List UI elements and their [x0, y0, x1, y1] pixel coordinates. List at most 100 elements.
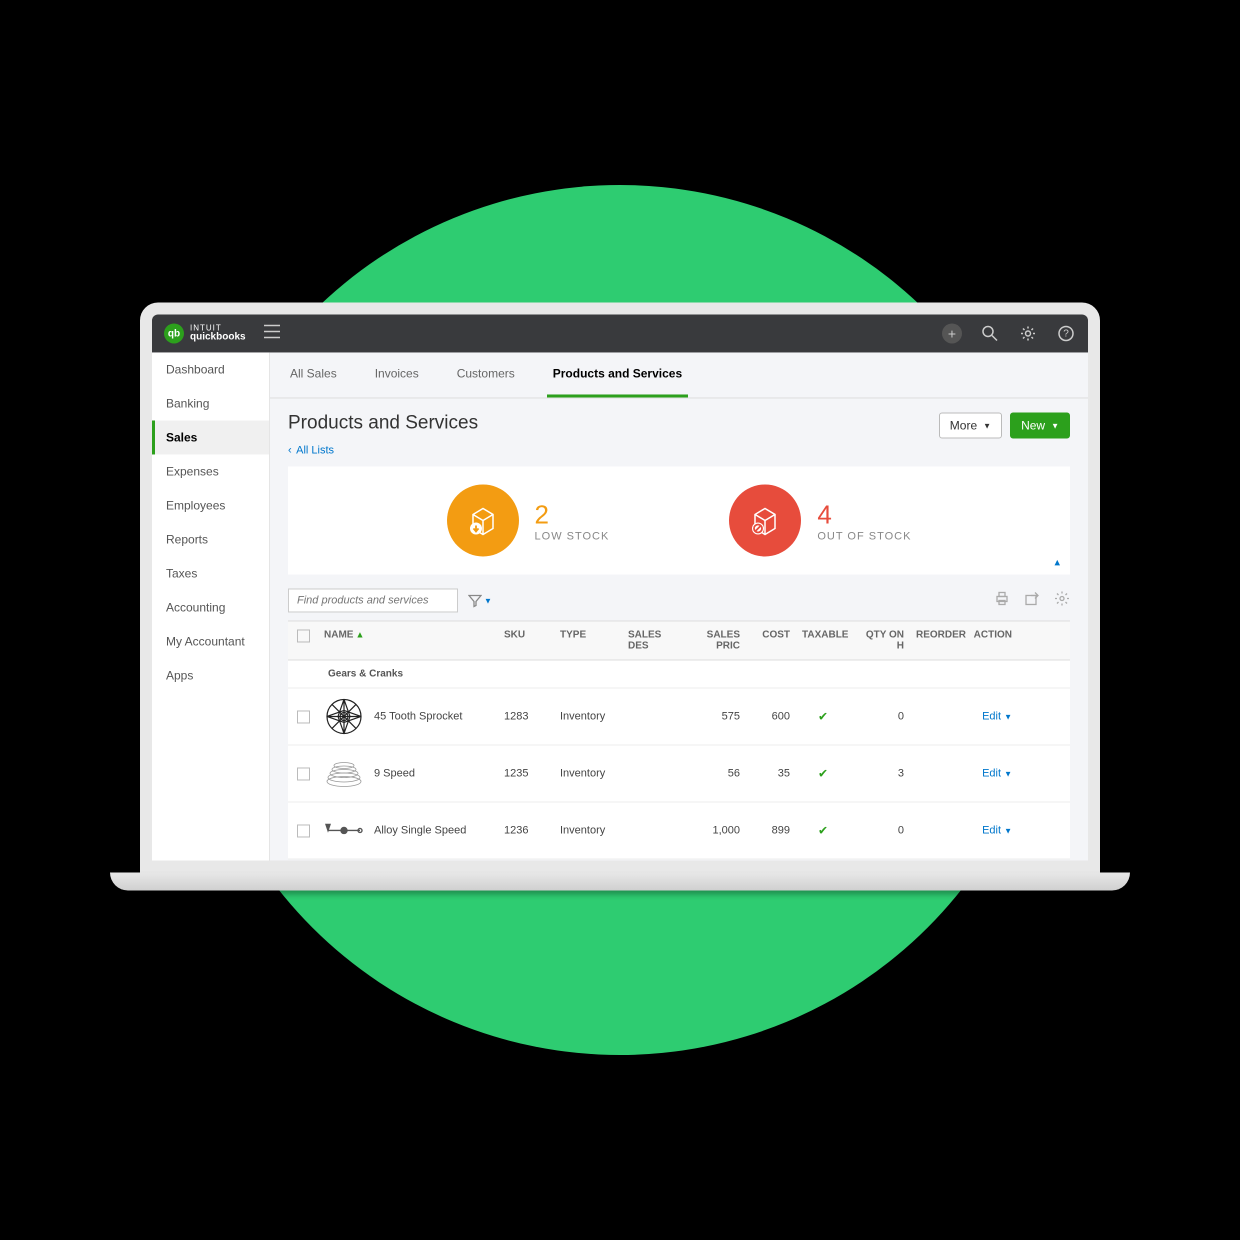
search-icon[interactable] [980, 323, 1000, 343]
sidebar-item-expenses[interactable]: Expenses [152, 454, 269, 488]
product-image [324, 810, 364, 850]
product-name: Alloy Single Speed [368, 816, 498, 844]
table-row: 9 Speed1235Inventory5635✔3Edit ▼ [288, 745, 1070, 802]
col-name[interactable]: NAME▲ [318, 621, 498, 659]
product-image [324, 753, 364, 793]
product-sku: 1283 [498, 702, 554, 730]
chevron-left-icon: ‹ [288, 444, 292, 456]
sidebar-item-apps[interactable]: Apps [152, 658, 269, 692]
product-taxable: ✔ [796, 701, 850, 731]
tab-products-and-services[interactable]: Products and Services [547, 352, 688, 397]
col-action[interactable]: ACTION [966, 621, 1024, 659]
product-price: 1,000 [682, 816, 746, 844]
caret-down-icon: ▼ [1004, 826, 1012, 835]
sort-asc-icon: ▲ [355, 629, 364, 639]
check-icon: ✔ [818, 709, 828, 723]
product-type: Inventory [554, 816, 622, 844]
check-icon: ✔ [818, 766, 828, 780]
product-taxable: ✔ [796, 815, 850, 845]
row-checkbox[interactable] [297, 710, 310, 723]
product-name: 9 Speed [368, 759, 498, 787]
group-row: Gears & Cranks [288, 660, 1070, 688]
product-type: Inventory [554, 759, 622, 787]
edit-button[interactable]: Edit ▼ [982, 710, 1012, 722]
export-icon[interactable] [1024, 590, 1040, 611]
product-price: 56 [682, 759, 746, 787]
gear-icon[interactable] [1018, 323, 1038, 343]
low-stock-label: LOW STOCK [535, 530, 610, 542]
check-icon: ✔ [818, 823, 828, 837]
hamburger-menu-icon[interactable] [264, 324, 280, 343]
page-title: Products and Services [288, 412, 478, 434]
sidebar-item-employees[interactable]: Employees [152, 488, 269, 522]
tab-all-sales[interactable]: All Sales [284, 352, 343, 397]
filter-icon[interactable]: ▼ [468, 593, 492, 607]
out-of-stock-stat[interactable]: 4 OUT OF STOCK [729, 484, 911, 556]
edit-button[interactable]: Edit ▼ [982, 824, 1012, 836]
all-lists-link[interactable]: All Lists [296, 444, 334, 456]
sidebar-item-my-accountant[interactable]: My Accountant [152, 624, 269, 658]
top-bar: qb INTUIT quickbooks + ? [152, 314, 1088, 352]
col-qty[interactable]: QTY ON H [850, 621, 910, 659]
collapse-caret-icon[interactable]: ▴ [1054, 555, 1060, 568]
col-taxable[interactable]: TAXABLE [796, 621, 850, 659]
plus-icon[interactable]: + [942, 323, 962, 343]
out-of-stock-count: 4 [817, 499, 911, 530]
product-type: Inventory [554, 702, 622, 730]
sidebar-item-dashboard[interactable]: Dashboard [152, 352, 269, 386]
logo-badge-icon: qb [164, 323, 184, 343]
row-checkbox[interactable] [297, 767, 310, 780]
search-input[interactable] [288, 588, 458, 612]
sales-tabs: All Sales Invoices Customers Products and S… [270, 352, 1088, 398]
table-row: 45 Tooth Sprocket1283Inventory575600✔0Ed… [288, 688, 1070, 745]
product-qty: 0 [850, 816, 910, 844]
col-desc[interactable]: SALES DES [622, 621, 682, 659]
select-all-checkbox[interactable] [297, 629, 310, 642]
brand-line2: quickbooks [190, 332, 246, 342]
sidebar-item-taxes[interactable]: Taxes [152, 556, 269, 590]
help-icon[interactable]: ? [1056, 323, 1076, 343]
out-of-stock-label: OUT OF STOCK [817, 530, 911, 542]
tab-customers[interactable]: Customers [451, 352, 521, 397]
low-stock-icon [447, 484, 519, 556]
col-reorder[interactable]: REORDER [910, 621, 966, 659]
settings-icon[interactable] [1054, 590, 1070, 611]
sidebar: DashboardBankingSalesExpensesEmployeesRe… [152, 352, 270, 860]
low-stock-count: 2 [535, 499, 610, 530]
svg-text:?: ? [1063, 328, 1069, 339]
product-cost: 600 [746, 702, 796, 730]
table-header: NAME▲ SKU TYPE SALES DES SALES PRIC COST… [288, 620, 1070, 660]
product-name: 45 Tooth Sprocket [368, 702, 498, 730]
col-sku[interactable]: SKU [498, 621, 554, 659]
breadcrumb: ‹ All Lists [270, 444, 1088, 466]
sidebar-item-banking[interactable]: Banking [152, 386, 269, 420]
row-checkbox[interactable] [297, 824, 310, 837]
sidebar-item-accounting[interactable]: Accounting [152, 590, 269, 624]
app-logo[interactable]: qb INTUIT quickbooks [164, 323, 246, 343]
laptop-frame: qb INTUIT quickbooks + ? [140, 302, 1100, 890]
caret-down-icon: ▼ [1004, 769, 1012, 778]
more-button[interactable]: More ▼ [939, 412, 1002, 438]
col-price[interactable]: SALES PRIC [682, 621, 746, 659]
low-stock-stat[interactable]: 2 LOW STOCK [447, 484, 610, 556]
edit-button[interactable]: Edit ▼ [982, 767, 1012, 779]
col-cost[interactable]: COST [746, 621, 796, 659]
product-sku: 1235 [498, 759, 554, 787]
print-icon[interactable] [994, 590, 1010, 611]
col-type[interactable]: TYPE [554, 621, 622, 659]
tab-invoices[interactable]: Invoices [369, 352, 425, 397]
product-cost: 35 [746, 759, 796, 787]
new-button[interactable]: New ▼ [1010, 412, 1070, 438]
stock-stats: 2 LOW STOCK [288, 466, 1070, 574]
caret-down-icon: ▼ [1051, 421, 1059, 430]
product-image [324, 696, 364, 736]
sidebar-item-reports[interactable]: Reports [152, 522, 269, 556]
caret-down-icon: ▼ [1004, 712, 1012, 721]
table-row: Alloy Single Speed1236Inventory1,000899✔… [288, 802, 1070, 859]
product-taxable: ✔ [796, 758, 850, 788]
sidebar-item-sales[interactable]: Sales [152, 420, 269, 454]
product-cost: 899 [746, 816, 796, 844]
caret-down-icon: ▼ [983, 421, 991, 430]
out-of-stock-icon [729, 484, 801, 556]
products-table: NAME▲ SKU TYPE SALES DES SALES PRIC COST… [288, 620, 1070, 859]
